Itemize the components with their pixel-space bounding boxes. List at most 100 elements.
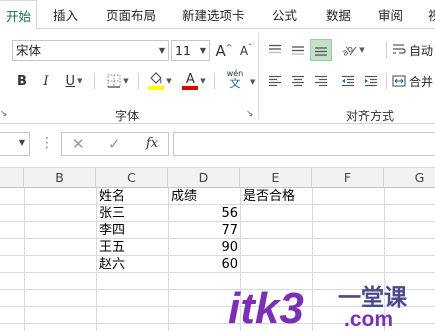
tab-home[interactable]: 开始	[0, 0, 37, 29]
fill-color-button[interactable]: ▼	[144, 70, 176, 92]
gridline	[24, 188, 25, 331]
formula-input[interactable]	[173, 132, 435, 156]
caret-up-icon: ^	[225, 42, 233, 52]
cell-score[interactable]: 56	[168, 205, 238, 222]
cell-score[interactable]: 77	[168, 222, 238, 239]
cell-name[interactable]: 王五	[99, 239, 125, 256]
column-header-g[interactable]: G	[384, 168, 435, 188]
chevron-down-icon: ▼	[158, 46, 165, 55]
align-right-icon	[315, 75, 327, 87]
cell-pass[interactable]	[243, 222, 311, 239]
tab-view[interactable]: 视	[428, 0, 435, 29]
tab-page-layout[interactable]: 页面布局	[106, 0, 156, 29]
shrink-font-button[interactable]: Aˇ	[236, 40, 256, 62]
column-header-c[interactable]: C	[96, 168, 168, 188]
cell-name[interactable]: 张三	[99, 205, 125, 222]
merge-cells-icon	[392, 75, 406, 87]
tab-insert[interactable]: 插入	[53, 0, 78, 29]
enter-icon[interactable]: ✓	[108, 133, 121, 155]
align-middle-button[interactable]	[288, 39, 308, 61]
separator	[94, 73, 95, 89]
phonetic-button[interactable]: wén 文	[220, 68, 250, 90]
dialog-launcher-icon[interactable]: ↘	[0, 109, 8, 119]
gridline	[96, 188, 97, 331]
cell-name[interactable]: 李四	[99, 222, 125, 239]
fill-color-swatch	[148, 86, 165, 90]
separator	[214, 73, 215, 89]
insert-function-icon[interactable]: fx	[146, 133, 158, 155]
tab-formulas[interactable]: 公式	[272, 0, 297, 29]
align-top-icon	[269, 44, 281, 54]
font-size-dropdown[interactable]: 11 ▼	[171, 40, 210, 61]
align-left-button[interactable]	[265, 70, 285, 92]
bold-button[interactable]: B	[12, 70, 32, 92]
drag-handle-icon[interactable]: ⋮	[40, 132, 54, 156]
alignment-group-label: 对齐方式	[346, 109, 395, 123]
tab-review[interactable]: 审阅	[378, 0, 403, 29]
orientation-button[interactable]: ab ▼	[338, 39, 368, 61]
separator	[386, 42, 387, 58]
font-color-button[interactable]: A ▼	[178, 70, 210, 92]
underline-button[interactable]: U ▼	[60, 70, 88, 92]
underline-label: U	[65, 73, 76, 89]
cell-name[interactable]: 赵六	[99, 256, 125, 273]
font-size-value: 11	[175, 43, 191, 58]
font-name-dropdown[interactable]: 宋体 ▼	[12, 40, 169, 61]
merge-center-button[interactable]: 合并	[392, 70, 435, 92]
ribbon-tabs: 开始 插入 页面布局 新建选项卡 公式 数据 审阅 视	[0, 0, 435, 29]
decrease-indent-icon	[342, 75, 354, 87]
ribbon: 宋体 ▼ 11 ▼ A ^ Aˇ B I U ▼ ▼ ▼ A ▼ wén 文 ▼…	[0, 29, 435, 124]
increase-indent-icon	[365, 75, 377, 87]
phonetic-bottom-label: 文	[229, 77, 241, 90]
decrease-indent-button[interactable]	[338, 70, 358, 92]
group-separator	[258, 33, 259, 119]
formula-buttons: ✕ ✓ fx	[61, 132, 169, 156]
tab-new-tab[interactable]: 新建选项卡	[182, 0, 245, 29]
wrap-text-button[interactable]: 自动	[392, 39, 435, 61]
align-center-button[interactable]	[288, 70, 308, 92]
font-color-icon: A	[182, 72, 199, 90]
cell-score-header[interactable]: 成绩	[171, 188, 197, 205]
column-header-d[interactable]: D	[168, 168, 240, 188]
cancel-icon[interactable]: ✕	[72, 133, 85, 155]
select-all-corner[interactable]	[0, 168, 24, 188]
cell-pass[interactable]	[243, 205, 311, 222]
column-header-e[interactable]: E	[240, 168, 312, 188]
align-right-button[interactable]	[311, 70, 331, 92]
cell-pass[interactable]	[243, 239, 311, 256]
separator	[138, 73, 139, 89]
chevron-down-icon: ▼	[200, 77, 206, 85]
chevron-down-icon: ▼	[359, 46, 365, 54]
tab-data[interactable]: 数据	[326, 0, 351, 29]
increase-indent-button[interactable]	[361, 70, 381, 92]
chevron-down-icon: ▼	[199, 46, 206, 55]
italic-button[interactable]: I	[36, 70, 56, 92]
caret-down-icon: ˇ	[248, 42, 253, 52]
align-top-button[interactable]	[265, 39, 285, 61]
name-box[interactable]: ▼	[0, 132, 30, 156]
grow-font-button[interactable]: A ^	[214, 40, 234, 62]
cell-pass[interactable]	[243, 256, 311, 273]
column-header-b[interactable]: B	[24, 168, 96, 188]
borders-button[interactable]: ▼	[102, 70, 134, 92]
font-color-label: A	[185, 72, 195, 87]
cell-name-header[interactable]: 姓名	[99, 188, 125, 205]
cell-score[interactable]: 60	[168, 256, 238, 273]
align-bottom-button[interactable]	[310, 39, 332, 61]
column-headers: B C D E F G	[0, 168, 435, 188]
fill-bucket-icon	[148, 72, 165, 90]
wrap-text-label: 自动	[409, 43, 434, 58]
column-header-f[interactable]: F	[312, 168, 384, 188]
cell-score[interactable]: 90	[168, 239, 238, 256]
chevron-down-icon: ▼	[18, 138, 25, 147]
font-group-label: 字体	[115, 109, 140, 123]
merge-center-label: 合并	[409, 74, 434, 89]
dialog-launcher-icon[interactable]: ↘	[246, 109, 254, 119]
watermark-brand: itk3	[228, 284, 304, 331]
font-color-swatch	[182, 86, 199, 90]
watermark-domain: .com	[344, 308, 393, 331]
chevron-down-icon: ▼	[123, 77, 129, 85]
cell-pass-header[interactable]: 是否合格	[243, 188, 295, 205]
wrap-text-icon	[393, 44, 406, 54]
chevron-down-icon: ▼	[166, 77, 172, 85]
